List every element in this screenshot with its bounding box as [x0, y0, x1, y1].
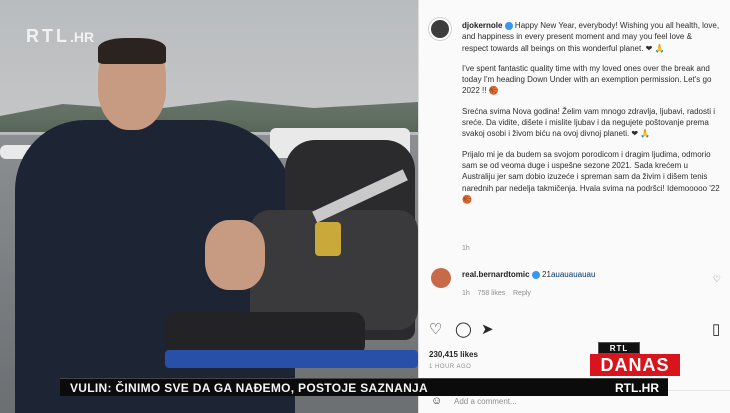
- reply-button[interactable]: Reply: [513, 290, 531, 297]
- comment-mention: auauauauau: [550, 270, 596, 279]
- comment-item: real.bernardtomic 21auauauauau 1h 758 li…: [429, 266, 725, 297]
- action-bar: ♡ ◯ ➤ ▯: [429, 320, 729, 342]
- ticker-url: RTL.HR: [615, 381, 659, 395]
- post-time: 1h: [462, 245, 470, 252]
- caption-paragraph: I've spent fantastic quality time with m…: [462, 63, 712, 96]
- share-send-icon[interactable]: ➤: [481, 320, 494, 338]
- bookmark-icon[interactable]: ▯: [712, 320, 720, 338]
- comment-likes[interactable]: 758 likes: [478, 290, 506, 297]
- caption-paragraph: Srećna svima Nova godina! Želim vam mnog…: [462, 106, 715, 139]
- add-comment-placeholder: Add a comment...: [454, 397, 517, 406]
- like-heart-icon[interactable]: ♡: [429, 320, 442, 338]
- comment-text: real.bernardtomic 21auauauauau: [462, 270, 595, 279]
- comment-username[interactable]: real.bernardtomic: [462, 270, 530, 279]
- post-caption: djokernole Happy New Year, everybody! Wi…: [462, 20, 720, 214]
- emoji-icon[interactable]: ☺: [431, 395, 442, 407]
- danas-logo: RTL DANAS: [590, 342, 680, 376]
- rtl-logo-text: RTL: [26, 26, 70, 46]
- caption-paragraph: djokernole Happy New Year, everybody! Wi…: [462, 20, 720, 54]
- news-ticker: VULIN: ČINIMO SVE DA GA NAĐEMO, POSTOJE …: [60, 378, 668, 396]
- person-hair: [98, 38, 166, 64]
- avatar[interactable]: [431, 268, 451, 288]
- likes-count[interactable]: 230,415 likes: [429, 350, 478, 359]
- post-date: 1 HOUR AGO: [429, 364, 472, 370]
- danas-bottom-label: DANAS: [590, 354, 680, 376]
- verified-badge-icon: [504, 21, 513, 30]
- bag-patch: [315, 222, 341, 256]
- instagram-post-panel: djokernole Happy New Year, everybody! Wi…: [418, 0, 730, 413]
- comment-bubble-icon[interactable]: ◯: [455, 320, 472, 338]
- rtl-logo-suffix: .HR: [70, 29, 95, 45]
- comment-meta: 1h 758 likes Reply: [462, 290, 531, 297]
- comment-time: 1h: [462, 290, 470, 297]
- danas-top-label: RTL: [598, 342, 640, 354]
- rtl-logo: RTL.HR: [26, 26, 94, 47]
- luggage-cart: [165, 350, 418, 368]
- caption-paragraph: Prijalo mi je da budem sa svojom porodic…: [462, 149, 720, 204]
- verified-badge-icon: [531, 270, 540, 279]
- ticker-headline: VULIN: ČINIMO SVE DA GA NAĐEMO, POSTOJE …: [70, 381, 428, 395]
- airport-photo: RTL.HR: [0, 0, 418, 413]
- person-arm: [205, 220, 265, 290]
- comment-body: 21: [542, 270, 551, 279]
- post-username[interactable]: djokernole: [462, 21, 502, 30]
- avatar[interactable]: [429, 18, 451, 40]
- like-comment-heart-icon[interactable]: ♡: [713, 274, 721, 285]
- video-frame: RTL.HR djokernole Happy New Year, everyb…: [0, 0, 730, 413]
